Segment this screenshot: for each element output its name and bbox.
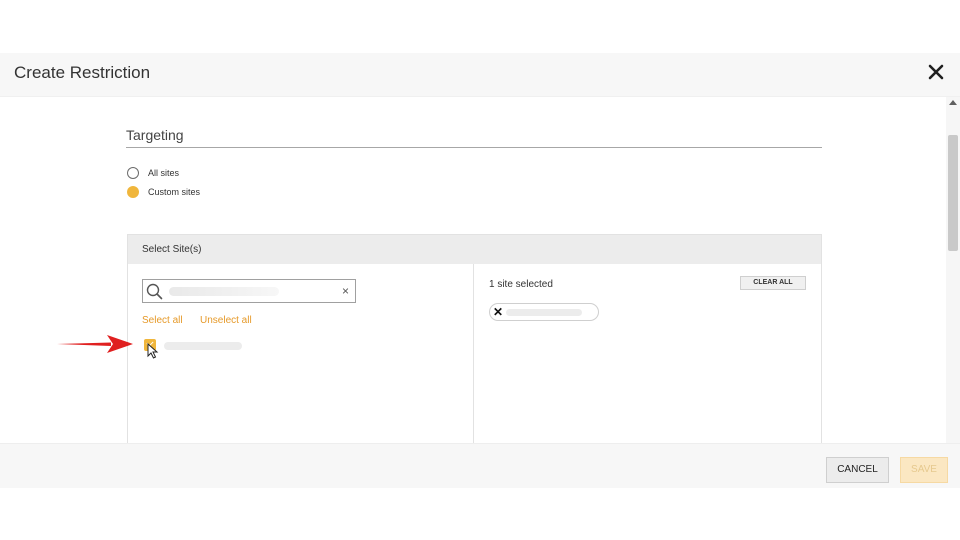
panel-divider bbox=[473, 264, 474, 443]
radio-all-sites-control[interactable] bbox=[127, 167, 139, 179]
selected-count: 1 site selected bbox=[489, 279, 553, 290]
select-all-link[interactable]: Select all bbox=[142, 315, 183, 326]
scrollbar[interactable] bbox=[946, 97, 960, 443]
dialog-header: Create Restriction bbox=[0, 53, 960, 97]
radio-all-sites[interactable]: All sites bbox=[127, 167, 179, 179]
close-icon bbox=[928, 64, 944, 80]
radio-all-sites-label: All sites bbox=[148, 168, 180, 178]
unselect-all-link[interactable]: Unselect all bbox=[200, 315, 252, 326]
list-item bbox=[144, 339, 264, 355]
red-arrow-icon bbox=[57, 335, 133, 353]
dialog-body: Targeting All sites Custom sites Select … bbox=[0, 97, 946, 443]
radio-custom-sites[interactable]: Custom sites bbox=[127, 186, 200, 198]
panel-header: Select Site(s) bbox=[128, 235, 821, 264]
radio-custom-sites-label: Custom sites bbox=[148, 187, 201, 197]
dialog-footer: CANCEL SAVE bbox=[0, 443, 960, 488]
save-button[interactable]: SAVE bbox=[900, 457, 948, 483]
radio-custom-sites-control[interactable] bbox=[127, 186, 139, 198]
page: Create Restriction Targeting All sites C… bbox=[0, 0, 960, 540]
scroll-up-icon[interactable] bbox=[949, 100, 957, 105]
search-icon bbox=[146, 283, 163, 300]
site-name-redacted bbox=[164, 342, 242, 350]
cursor-icon bbox=[147, 343, 159, 359]
selected-site-chip: ✕ bbox=[489, 303, 599, 321]
scroll-thumb[interactable] bbox=[948, 135, 958, 251]
select-sites-panel: Select Site(s) × Select all Unselect all… bbox=[127, 234, 822, 443]
dialog-title: Create Restriction bbox=[14, 63, 151, 82]
panel-header-title: Select Site(s) bbox=[142, 244, 202, 255]
targeting-title: Targeting bbox=[126, 127, 184, 143]
clear-icon[interactable]: × bbox=[342, 284, 349, 298]
close-button[interactable] bbox=[928, 62, 946, 84]
chip-name-redacted bbox=[506, 309, 582, 316]
site-search-box[interactable]: × bbox=[142, 279, 356, 303]
clear-all-button[interactable]: CLEAR ALL bbox=[740, 276, 806, 290]
search-value-redacted bbox=[169, 287, 279, 296]
section-divider bbox=[126, 147, 822, 148]
remove-icon[interactable]: ✕ bbox=[493, 304, 503, 320]
cancel-button[interactable]: CANCEL bbox=[826, 457, 889, 483]
